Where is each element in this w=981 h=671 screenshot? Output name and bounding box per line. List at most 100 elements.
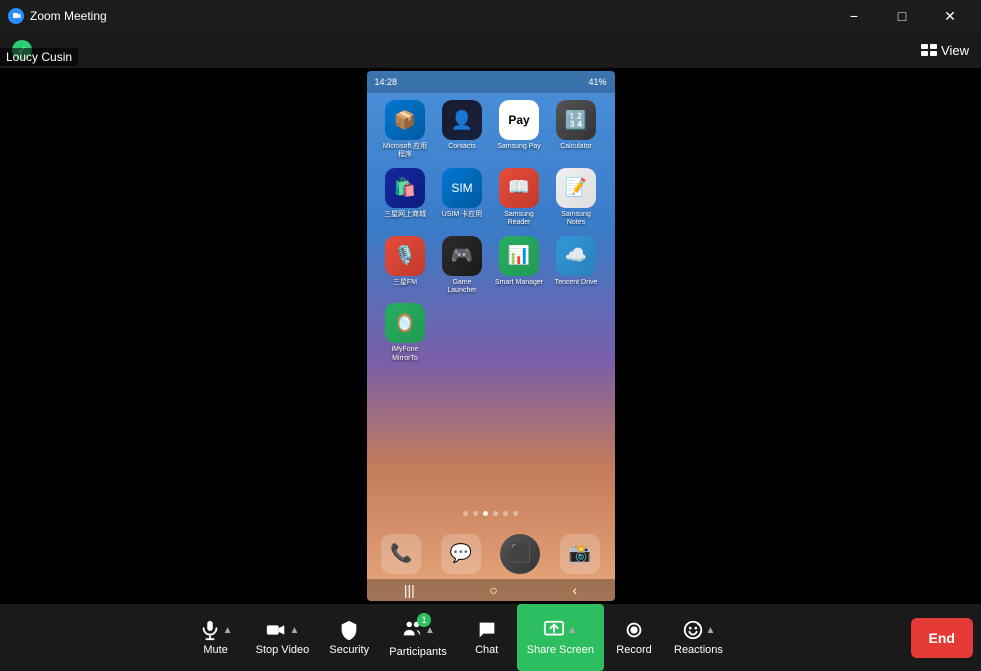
window-controls: − □ ✕: [831, 0, 973, 32]
page-dots: [367, 511, 615, 516]
share-screen-label: Share Screen: [527, 644, 594, 656]
list-item: 🔢 Calculator: [552, 100, 601, 160]
reactions-emoji-icon: +: [682, 619, 704, 641]
record-button[interactable]: Record: [604, 604, 664, 671]
video-camera-icon: [265, 619, 287, 641]
close-button[interactable]: ✕: [927, 0, 973, 32]
dock-camera-icon: 📸: [560, 534, 600, 574]
game-launcher-icon: 🎮: [442, 236, 482, 276]
main-content: 14:28 41% 📦 Microsoft 应用程序 👤 Contacts Pa…: [0, 68, 981, 604]
microsoft-icon: 📦: [385, 100, 425, 140]
page-dot: [463, 511, 468, 516]
dock-circle-icon: ⬛: [500, 534, 540, 574]
app-label: Tencent Drive: [555, 279, 598, 287]
stop-video-caret-icon: ▲: [289, 625, 299, 636]
chat-bubble-icon: [476, 619, 498, 641]
list-item: 👤 Contacts: [438, 100, 487, 160]
page-dot-active: [483, 511, 488, 516]
participants-icon-group: 1 ▲: [401, 618, 435, 643]
participants-button[interactable]: 1 ▲ Participants: [379, 604, 456, 671]
phone-time: 14:28: [375, 77, 398, 87]
phone-status-bar: 14:28 41%: [367, 71, 615, 93]
title-bar: Zoom Meeting − □ ✕: [0, 0, 981, 32]
reactions-icon-group: + ▲: [682, 619, 716, 641]
app-label: Samsung Pay: [497, 143, 541, 151]
view-grid-icon: [921, 44, 937, 56]
app-label: iMyFone MirrorTo: [381, 346, 430, 363]
view-button[interactable]: View: [921, 43, 969, 58]
reactions-button[interactable]: + ▲ Reactions: [664, 604, 733, 671]
app-label: Game Launcher: [438, 279, 487, 296]
share-screen-caret-icon: ▲: [567, 625, 577, 636]
reactions-label: Reactions: [674, 644, 723, 656]
nav-home-icon: ○: [489, 582, 497, 598]
record-label: Record: [616, 644, 651, 656]
list-item: 📝 Samsung Notes: [552, 168, 601, 228]
contacts-icon: 👤: [442, 100, 482, 140]
participants-label: Participants: [389, 646, 446, 658]
app-label: Contacts: [448, 143, 476, 151]
phone-battery: 41%: [588, 77, 606, 87]
user-name-label: Loucy Cusin: [0, 48, 78, 66]
app-label: Smart Manager: [495, 279, 543, 287]
list-item: 📦 Microsoft 应用程序: [381, 100, 430, 160]
app-label: Calculator: [560, 143, 592, 151]
chat-label: Chat: [475, 644, 498, 656]
window-title: Zoom Meeting: [30, 9, 107, 23]
mute-label: Mute: [203, 644, 227, 656]
share-screen-arrow-icon: [543, 619, 565, 641]
security-shield-icon: [338, 619, 360, 641]
samsung-fm-icon: 🎙️: [385, 236, 425, 276]
page-dot: [503, 511, 508, 516]
samsung-notes-icon: 📝: [556, 168, 596, 208]
list-item: 🪞 iMyFone MirrorTo: [381, 303, 430, 363]
stop-video-button[interactable]: ▲ Stop Video: [246, 604, 320, 671]
page-dot: [473, 511, 478, 516]
calculator-icon: 🔢: [556, 100, 596, 140]
samsung-reader-icon: 📖: [499, 168, 539, 208]
dock-phone-icon: 📞: [381, 534, 421, 574]
view-label: View: [941, 43, 969, 58]
end-button[interactable]: End: [911, 618, 973, 658]
app-label: Samsung Notes: [552, 211, 601, 228]
share-screen-icon-group: ▲: [543, 619, 577, 641]
imyfone-icon: 🪞: [385, 303, 425, 343]
app-label: 三星FM: [393, 279, 417, 287]
stop-video-icon-group: ▲: [265, 619, 299, 641]
nav-back-icon: ‹: [572, 582, 577, 598]
minimize-button[interactable]: −: [831, 0, 877, 32]
zoom-logo-icon: [8, 8, 24, 24]
maximize-button[interactable]: □: [879, 0, 925, 32]
list-item: 📊 Smart Manager: [495, 236, 544, 296]
samsung-store-icon: 🛍️: [385, 168, 425, 208]
list-item: SIM USIM 卡应用: [438, 168, 487, 228]
mute-button[interactable]: ▲ Mute: [186, 604, 246, 671]
nav-menu-icon: |||: [404, 582, 415, 598]
list-item: 🎮 Game Launcher: [438, 236, 487, 296]
microphone-icon: [199, 619, 221, 641]
list-item: 📖 Samsung Reader: [495, 168, 544, 228]
samsung-pay-icon: Pay: [499, 100, 539, 140]
phone-screen: 14:28 41% 📦 Microsoft 应用程序 👤 Contacts Pa…: [367, 71, 615, 601]
app-label: USIM 卡应用: [442, 211, 482, 219]
page-dot: [513, 511, 518, 516]
list-item: 🎙️ 三星FM: [381, 236, 430, 296]
participants-count-badge: 1: [417, 613, 431, 627]
chat-button[interactable]: Chat: [457, 604, 517, 671]
security-button[interactable]: Security: [319, 604, 379, 671]
share-screen-button[interactable]: ▲ Share Screen: [517, 604, 604, 671]
smart-manager-icon: 📊: [499, 236, 539, 276]
title-bar-left: Zoom Meeting: [8, 8, 107, 24]
dock-message-icon: 💬: [441, 534, 481, 574]
app-grid: 📦 Microsoft 应用程序 👤 Contacts Pay Samsung …: [377, 96, 605, 367]
tencent-drive-icon: ☁️: [556, 236, 596, 276]
app-label: 三星网上商城: [384, 211, 426, 219]
list-item: Pay Samsung Pay: [495, 100, 544, 160]
stop-video-label: Stop Video: [256, 644, 310, 656]
list-item: 🛍️ 三星网上商城: [381, 168, 430, 228]
svg-text:+: +: [696, 619, 700, 628]
reactions-caret-icon: ▲: [706, 625, 716, 636]
app-label: Microsoft 应用程序: [381, 143, 430, 160]
app-label: Samsung Reader: [495, 211, 544, 228]
toolbar-right: End: [911, 618, 973, 658]
